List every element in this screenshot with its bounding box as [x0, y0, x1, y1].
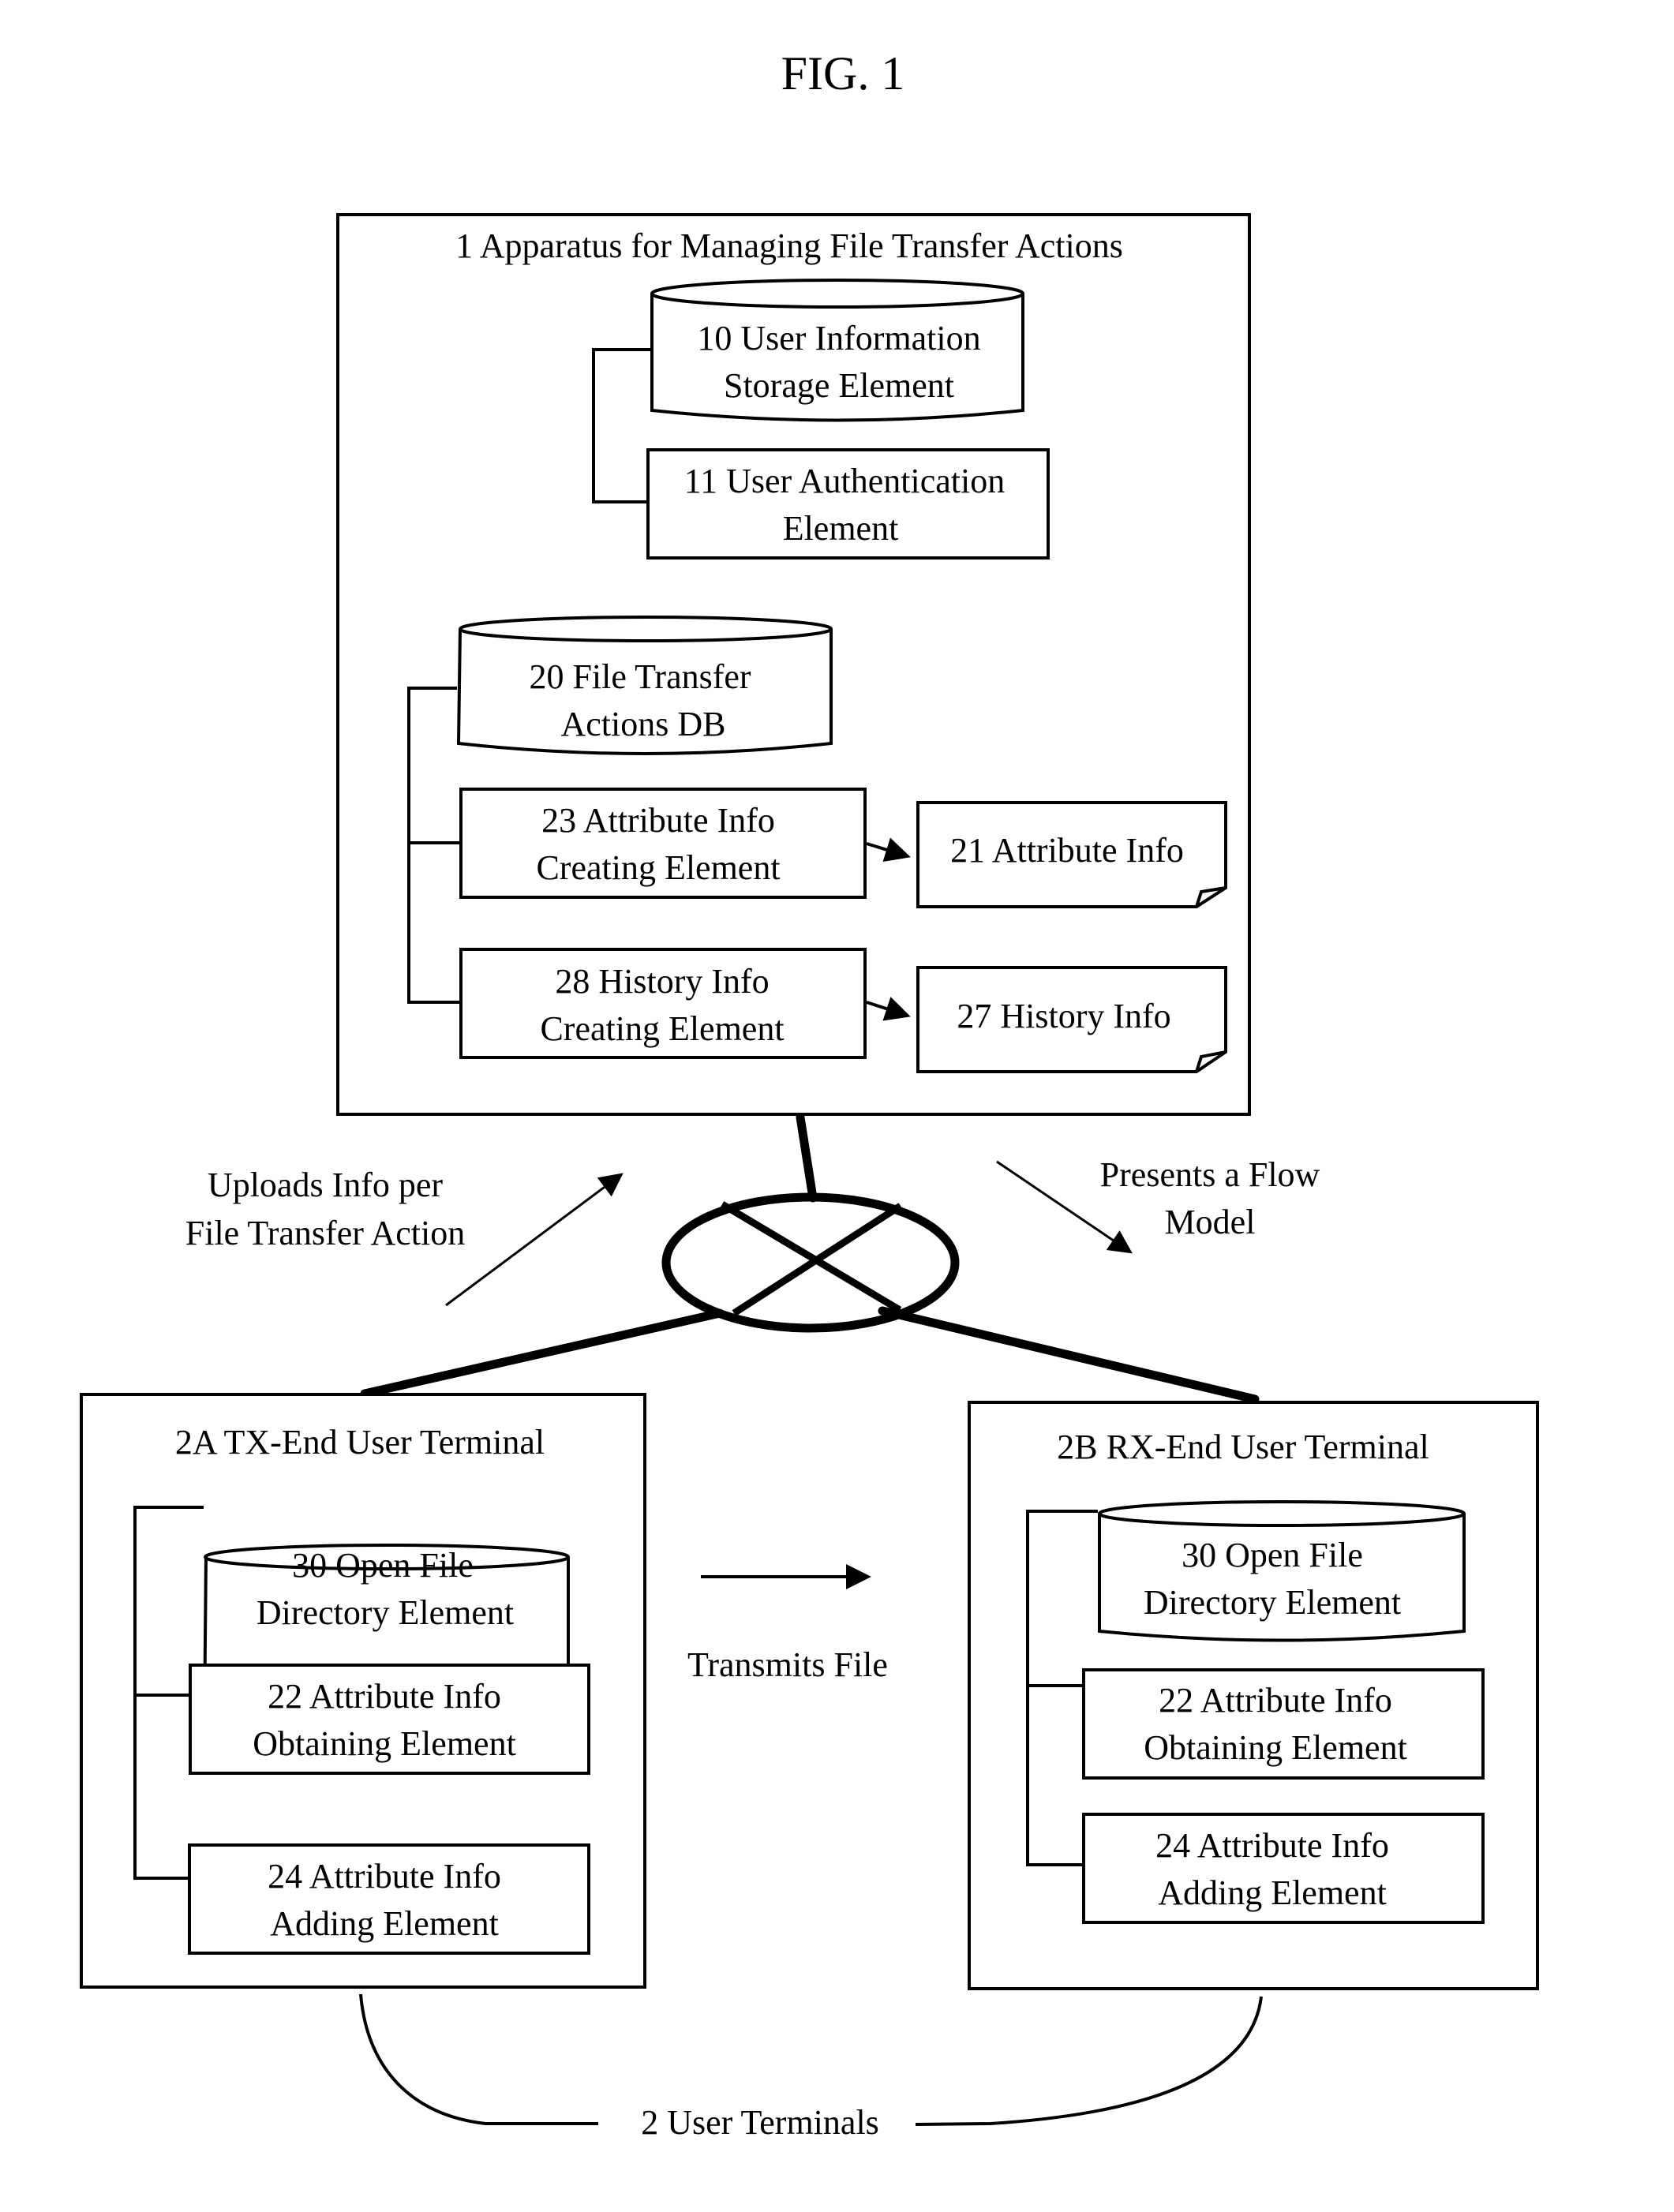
rx-attribute-obtaining-label-2: Obtaining Element [1144, 1728, 1407, 1767]
file-transfer-db-label-1: 20 File Transfer [529, 657, 751, 696]
history-info-creating-label-2: Creating Element [540, 1009, 784, 1048]
user-authentication-label-2: Element [783, 509, 899, 548]
rx-attribute-adding-element: 24 Attribute Info Adding Element [1082, 1813, 1485, 1924]
history-info-creating-element: 28 History Info Creating Element [459, 948, 867, 1059]
attribute-info-creating-label-2: Creating Element [536, 848, 780, 887]
tx-terminal-title: 2A TX-End User Terminal [175, 1423, 545, 1462]
database-icon-top [1098, 1500, 1466, 1527]
uploads-label-2: File Transfer Action [185, 1214, 465, 1252]
rx-open-file-label-2: Directory Element [1144, 1583, 1401, 1622]
rx-attribute-adding-label-2: Adding Element [1158, 1873, 1387, 1912]
fig1-diagram: FIG. 1 1 Apparatus for Managing File Tra… [80, 47, 1539, 2142]
rx-attribute-obtaining-label-1: 22 Attribute Info [1159, 1681, 1392, 1720]
file-transfer-db-label-2: Actions DB [561, 705, 726, 743]
tx-attribute-obtaining-label-2: Obtaining Element [253, 1724, 516, 1763]
rx-terminal-title: 2B RX-End User Terminal [1057, 1428, 1429, 1466]
file-transfer-actions-db: 20 File Transfer Actions DB [456, 616, 833, 755]
tx-attribute-adding-label-1: 24 Attribute Info [268, 1857, 501, 1896]
attribute-info-creating-element: 23 Attribute Info Creating Element [459, 788, 867, 899]
tx-open-file-label-2: Directory Element [257, 1593, 514, 1632]
attribute-info-creating-label-1: 23 Attribute Info [541, 801, 775, 840]
user-terminals-brace-left [359, 1993, 598, 2125]
rx-attribute-adding-label-1: 24 Attribute Info [1155, 1826, 1389, 1865]
user-authentication-label-1: 11 User Authentication [684, 462, 1006, 500]
rx-open-file-label-1: 30 Open File [1182, 1536, 1363, 1574]
link-apparatus-network [796, 1113, 818, 1203]
figure-title: FIG. 1 [781, 47, 905, 99]
tx-attribute-obtaining-element: 22 Attribute Info Obtaining Element [189, 1664, 590, 1775]
uploads-label-1: Uploads Info per [208, 1166, 443, 1204]
link-network-rx [878, 1306, 1260, 1404]
user-authentication-element: 11 User Authentication Element [646, 448, 1050, 560]
history-info-document: 27 History Info [916, 966, 1227, 1073]
presents-label-2: Model [1165, 1203, 1256, 1241]
attribute-info-document: 21 Attribute Info [916, 801, 1227, 908]
presents-label-1: Presents a Flow [1100, 1155, 1320, 1194]
history-info-creating-label-1: 28 History Info [555, 962, 769, 1001]
tx-terminal-box: 2A TX-End User Terminal 30 Open File Dir… [80, 1393, 646, 1989]
history-info-label: 27 History Info [957, 997, 1170, 1035]
tx-attribute-adding-element: 24 Attribute Info Adding Element [188, 1843, 590, 1955]
tx-attribute-obtaining-label-1: 22 Attribute Info [268, 1677, 501, 1716]
user-info-storage-label-1: 10 User Information [697, 319, 980, 357]
user-info-storage-label-2: Storage Element [724, 366, 954, 405]
user-terminals-brace-right [915, 1996, 1263, 2126]
database-icon-top [459, 616, 833, 642]
database-icon-top [650, 279, 1024, 309]
rx-open-file-directory-db: 30 Open File Directory Element [1098, 1500, 1466, 1642]
rx-terminal-box: 2B RX-End User Terminal 30 Open File Dir… [968, 1401, 1539, 1990]
user-info-storage-db: 10 User Information Storage Element [650, 279, 1024, 422]
apparatus-title: 1 Apparatus for Managing File Transfer A… [455, 226, 1123, 265]
tx-attribute-adding-label-2: Adding Element [270, 1904, 499, 1943]
tx-open-file-label-1: 30 Open File [292, 1546, 474, 1585]
transmits-label: Transmits File [687, 1645, 888, 1684]
uploads-arrow [445, 1173, 624, 1307]
link-network-tx [360, 1308, 725, 1398]
apparatus-box: 1 Apparatus for Managing File Transfer A… [336, 213, 1251, 1116]
rx-attribute-obtaining-element: 22 Attribute Info Obtaining Element [1082, 1668, 1485, 1780]
user-terminals-label: 2 User Terminals [641, 2103, 879, 2142]
attribute-info-label: 21 Attribute Info [950, 831, 1184, 870]
